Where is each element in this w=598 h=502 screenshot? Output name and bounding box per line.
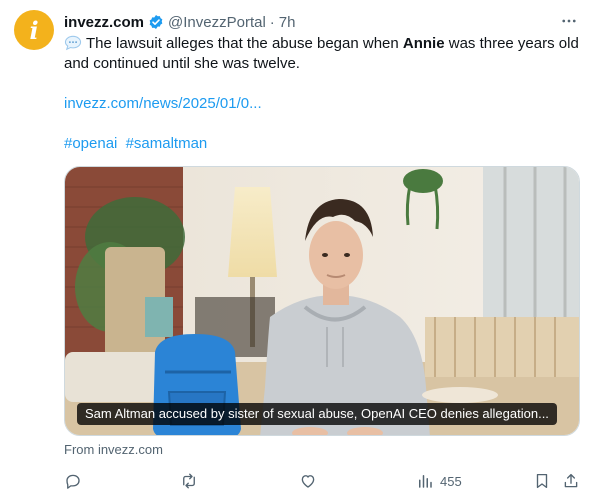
hashtag-samaltman[interactable]: #samaltman	[126, 135, 208, 152]
avatar[interactable]: i	[14, 10, 54, 50]
hashtag-openai[interactable]: #openai	[64, 135, 117, 152]
like-button[interactable]	[299, 470, 317, 492]
more-options-icon[interactable]	[558, 10, 580, 32]
separator-dot: ·	[269, 13, 275, 31]
verified-badge-icon	[149, 15, 163, 29]
tweet-header: invezz.com @InvezzPortal · 7h	[64, 12, 295, 32]
reply-button[interactable]	[64, 470, 82, 492]
share-button[interactable]	[562, 470, 580, 492]
bookmark-button[interactable]	[533, 470, 551, 492]
card-source[interactable]: From invezz.com	[64, 442, 163, 457]
views-button[interactable]: 455	[416, 470, 462, 492]
repost-button[interactable]	[180, 470, 198, 492]
heart-icon	[301, 475, 315, 488]
action-bar: 455	[64, 470, 584, 492]
views-count: 455	[440, 473, 462, 489]
hashtags: #openai #samaltman	[64, 134, 211, 154]
avatar-glyph: i	[29, 15, 39, 45]
share-icon	[564, 473, 578, 488]
tweet-link[interactable]: invezz.com/news/2025/01/0...	[64, 94, 262, 114]
card-caption: Sam Altman accused by sister of sexual a…	[77, 403, 557, 425]
display-name[interactable]: invezz.com	[64, 14, 144, 31]
tweet-text-part1: The lawsuit alleges that the abuse began…	[86, 35, 403, 52]
reply-icon	[66, 474, 80, 489]
link-card[interactable]: Sam Altman accused by sister of sexual a…	[64, 166, 580, 436]
tweet-text-bold: Annie	[402, 35, 445, 52]
speech-bubble-icon	[64, 35, 82, 51]
tweet-text: The lawsuit alleges that the abuse began…	[64, 34, 579, 74]
repost-icon	[183, 473, 195, 489]
views-chart-icon	[419, 475, 432, 488]
handle[interactable]: @InvezzPortal	[168, 14, 266, 31]
timestamp[interactable]: 7h	[279, 14, 296, 31]
card-photo	[65, 167, 579, 435]
bookmark-icon	[536, 473, 548, 489]
